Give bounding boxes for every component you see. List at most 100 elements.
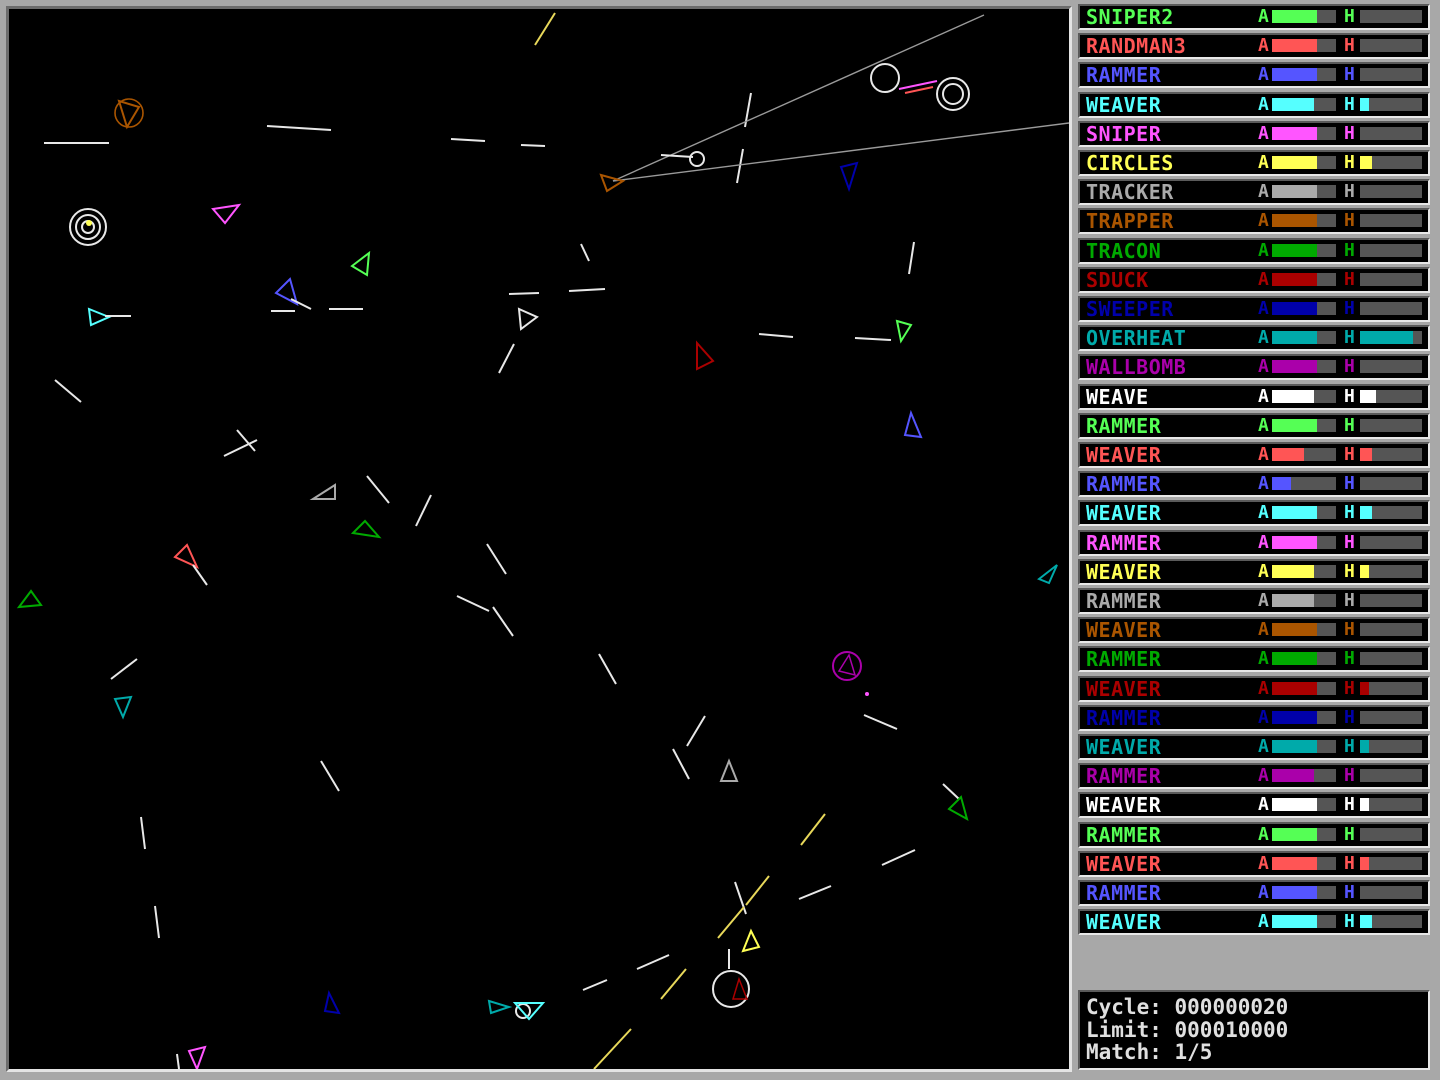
armor-bar-fill bbox=[1272, 623, 1317, 637]
heat-label: H bbox=[1344, 473, 1355, 495]
robot-name: RAMMER bbox=[1086, 705, 1162, 730]
armor-label: A bbox=[1258, 93, 1269, 115]
robot-status-row: SNIPER A H bbox=[1078, 120, 1430, 147]
armor-bar-fill bbox=[1272, 156, 1317, 169]
heat-bar bbox=[1360, 652, 1422, 666]
armor-label: A bbox=[1258, 64, 1269, 86]
heat-bar bbox=[1360, 535, 1422, 549]
armor-bar bbox=[1272, 681, 1336, 695]
robot-status-row: TRAPPER A H bbox=[1078, 208, 1430, 235]
heat-bar-fill bbox=[1360, 331, 1413, 345]
armor-label: A bbox=[1258, 356, 1269, 378]
heat-bar bbox=[1360, 856, 1422, 870]
armor-bar-fill bbox=[1272, 856, 1317, 870]
armor-bar-fill bbox=[1272, 594, 1314, 607]
heat-bar bbox=[1360, 126, 1422, 140]
match-readout: Match: 1/5 bbox=[1086, 1041, 1428, 1064]
robot-status-row: WEAVE A H bbox=[1078, 383, 1430, 410]
armor-bar bbox=[1272, 710, 1336, 724]
armor-bar-fill bbox=[1272, 272, 1317, 286]
heat-bar bbox=[1360, 448, 1422, 461]
robot-status-row: RAMMER A H bbox=[1078, 471, 1430, 498]
robot-status-row: WEAVER A H bbox=[1078, 91, 1430, 118]
heat-label: H bbox=[1344, 852, 1355, 874]
heat-bar bbox=[1360, 418, 1422, 432]
heat-bar bbox=[1360, 477, 1422, 491]
armor-label: A bbox=[1258, 122, 1269, 144]
armor-label: A bbox=[1258, 327, 1269, 349]
armor-bar-fill bbox=[1272, 68, 1317, 82]
armor-bar-fill bbox=[1272, 39, 1317, 53]
armor-bar-fill bbox=[1272, 185, 1317, 199]
robot-status-row: RAMMER A H bbox=[1078, 646, 1430, 673]
robot-name: WEAVER bbox=[1086, 676, 1162, 701]
armor-bar bbox=[1272, 272, 1336, 286]
heat-bar bbox=[1360, 10, 1422, 23]
robot-name: RAMMER bbox=[1086, 881, 1162, 905]
heat-label: H bbox=[1344, 181, 1355, 203]
armor-label: A bbox=[1258, 560, 1269, 582]
heat-label: H bbox=[1344, 152, 1355, 173]
armor-bar bbox=[1272, 448, 1336, 461]
robot-status-row: WEAVER A H bbox=[1078, 734, 1430, 760]
armor-bar bbox=[1272, 97, 1336, 111]
robot-status-row: RAMMER A H bbox=[1078, 704, 1430, 731]
armor-label: A bbox=[1258, 882, 1269, 903]
robot-status-row: CIRCLES A H bbox=[1078, 150, 1430, 176]
armor-label: A bbox=[1258, 590, 1269, 611]
heat-bar bbox=[1360, 389, 1422, 403]
robot-name: WEAVER bbox=[1086, 443, 1162, 467]
armor-label: A bbox=[1258, 502, 1269, 524]
missile-trails bbox=[44, 92, 960, 1069]
heat-bar-fill bbox=[1360, 564, 1370, 578]
armor-label: A bbox=[1258, 531, 1269, 553]
armor-bar bbox=[1272, 156, 1336, 169]
heat-bar-fill bbox=[1360, 156, 1373, 169]
robot-name: WEAVER bbox=[1086, 910, 1162, 935]
armor-bar-fill bbox=[1272, 331, 1317, 345]
armor-bar bbox=[1272, 243, 1336, 257]
robot-name: WEAVER bbox=[1086, 559, 1162, 584]
robot-status-row: RAMMER A H bbox=[1078, 821, 1430, 848]
armor-bar-fill bbox=[1272, 126, 1317, 140]
armor-bar bbox=[1272, 126, 1336, 140]
armor-bar bbox=[1272, 477, 1336, 491]
robot-status-row: SNIPER2 A H bbox=[1078, 4, 1430, 30]
heat-bar-fill bbox=[1360, 856, 1370, 870]
heat-label: H bbox=[1344, 298, 1355, 319]
armor-bar-fill bbox=[1272, 769, 1314, 783]
armor-bar-fill bbox=[1272, 827, 1317, 841]
robot-name: RAMMER bbox=[1086, 63, 1162, 88]
armor-bar bbox=[1272, 915, 1336, 929]
robot-name: WALLBOMB bbox=[1086, 355, 1187, 380]
armor-label: A bbox=[1258, 298, 1269, 319]
robot-name: WEAVER bbox=[1086, 501, 1162, 526]
armor-bar-fill bbox=[1272, 681, 1317, 695]
heat-label: H bbox=[1344, 648, 1355, 670]
heat-bar bbox=[1360, 185, 1422, 199]
heat-bar bbox=[1360, 623, 1422, 637]
armor-bar bbox=[1272, 798, 1336, 812]
armor-label: A bbox=[1258, 706, 1269, 728]
heat-label: H bbox=[1344, 122, 1355, 144]
match-readout-label: Match: bbox=[1086, 1040, 1162, 1064]
heat-bar bbox=[1360, 243, 1422, 257]
heat-bar bbox=[1360, 564, 1422, 578]
robot-status-row: WEAVER A H bbox=[1078, 617, 1430, 644]
battle-arena bbox=[6, 6, 1072, 1072]
heat-label: H bbox=[1344, 619, 1355, 641]
robot-name: TRACKER bbox=[1086, 180, 1174, 205]
armor-bar bbox=[1272, 389, 1336, 403]
armor-bar bbox=[1272, 623, 1336, 637]
heat-bar-fill bbox=[1360, 506, 1373, 520]
robot-name: WEAVER bbox=[1086, 618, 1162, 643]
armor-label: A bbox=[1258, 444, 1269, 465]
heat-bar bbox=[1360, 769, 1422, 783]
armor-bar-fill bbox=[1272, 360, 1317, 374]
robot-status-row: WALLBOMB A H bbox=[1078, 354, 1430, 381]
heat-bar bbox=[1360, 272, 1422, 286]
heat-bar bbox=[1360, 156, 1422, 169]
armor-bar-fill bbox=[1272, 97, 1314, 111]
robot-status-row: RANDMAN3 A H bbox=[1078, 33, 1430, 60]
armor-bar-fill bbox=[1272, 243, 1317, 257]
